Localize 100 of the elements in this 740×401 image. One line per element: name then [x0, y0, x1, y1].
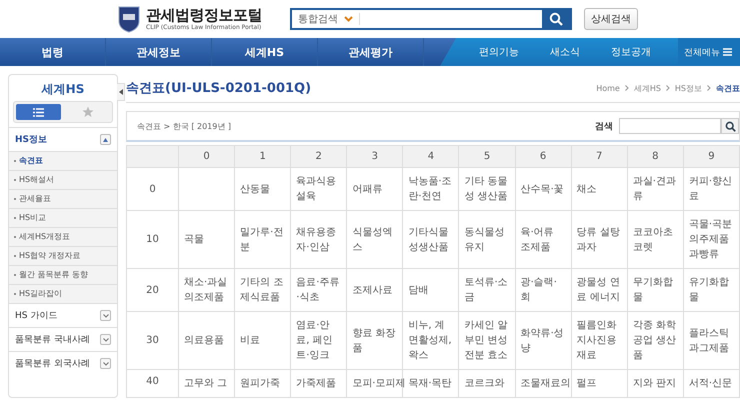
column-header: 5	[458, 146, 516, 168]
table-cell[interactable]: 곡물	[178, 210, 235, 268]
sidebar-item[interactable]: HS길라잡이	[9, 284, 117, 303]
table-cell[interactable]: 기타의 조제식료품	[234, 268, 291, 312]
table-cell[interactable]: 원피가죽	[234, 370, 291, 398]
sidebar-item[interactable]: HS비교	[9, 208, 117, 227]
row-header: 40	[126, 370, 178, 398]
breadcrumb-link[interactable]: HS정보	[674, 82, 702, 94]
table-cell[interactable]: 각종 화학공업 생산품	[627, 312, 684, 370]
nav-menu-item[interactable]: 편의기능	[466, 38, 532, 66]
column-header: 9	[683, 146, 740, 168]
table-cell[interactable]: 육·어류 조제품	[515, 210, 572, 268]
chevron-icon	[624, 85, 629, 91]
table-cell[interactable]: 모피·모피제	[346, 370, 403, 398]
breadcrumb-link[interactable]: Home	[596, 84, 620, 92]
sidebar-item[interactable]: 세계HS개정표	[9, 227, 117, 246]
table-cell[interactable]: 조물재료의	[515, 370, 572, 398]
nav-menu-item[interactable]: 세계HS	[212, 38, 318, 66]
sidebar-title: 세계HS	[40, 81, 86, 98]
search-button[interactable]	[542, 10, 570, 28]
column-header: 2	[290, 146, 347, 168]
table-search-button[interactable]	[721, 118, 739, 134]
nav-menu-item[interactable]: 법령	[0, 38, 106, 66]
list-icon	[33, 108, 44, 116]
column-header: 0	[178, 146, 235, 168]
table-cell[interactable]: 무기화합물	[627, 268, 684, 312]
table-cell[interactable]: 조제사료	[346, 268, 403, 312]
table-cell[interactable]: 광물성 연료 에너지	[571, 268, 628, 312]
breadcrumb-link[interactable]: 속견표	[716, 82, 740, 94]
table-cell[interactable]: 밀가루·전분	[234, 210, 291, 268]
expand-icon	[100, 358, 111, 369]
filter-path: 속견표 > 한국 [ 2019년 ]	[137, 120, 232, 132]
column-header: 7	[571, 146, 628, 168]
star-icon	[82, 106, 94, 118]
table-cell[interactable]: 화약류·성냥	[515, 312, 572, 370]
table-cell[interactable]: 향료 화장품	[346, 312, 403, 370]
table-cell[interactable]: 펄프	[571, 370, 628, 398]
breadcrumb-link[interactable]: 세계HS	[634, 82, 661, 94]
sidebar-item[interactable]: HS해설서	[9, 170, 117, 189]
table-cell[interactable]: 기타 동물성 생산품	[458, 168, 516, 210]
table-cell[interactable]: 비누, 계면활성제, 왁스	[402, 312, 459, 370]
nav-menu-item[interactable]: 관세정보	[106, 38, 212, 66]
section-label: HS정보	[15, 134, 48, 146]
sidebar-item[interactable]: 관세율표	[9, 189, 117, 208]
row-header: 30	[126, 312, 178, 370]
table-cell[interactable]: 필름인화지사진용재료	[571, 312, 628, 370]
table-cell[interactable]: 기타식물성생산품	[402, 210, 459, 268]
left-triangle-icon	[118, 89, 122, 95]
table-cell[interactable]: 커피·향신료	[683, 168, 740, 210]
section-label: 품목분류 국내사례	[15, 334, 90, 346]
table-search-field[interactable]	[619, 118, 721, 134]
sidebar-item[interactable]: HS협약 개정자료	[9, 246, 117, 265]
table-cell[interactable]: 서적·신문	[683, 370, 740, 398]
table-cell[interactable]: 광·슬랙·회	[515, 268, 572, 312]
table-cell[interactable]: 코르크와	[458, 370, 516, 398]
table-cell[interactable]: 채유용종자·인삼	[290, 210, 347, 268]
nav-menu-item[interactable]: 정보공개	[598, 38, 664, 66]
nav-menu-item[interactable]: 새소식	[532, 38, 598, 66]
table-cell[interactable]: 동식물성유지	[458, 210, 516, 268]
table-cell[interactable]: 식물성엑스	[346, 210, 403, 268]
table-cell[interactable]: 어패류	[346, 168, 403, 210]
page-title: 속견표(UI-ULS-0201-001Q)	[126, 80, 312, 97]
table-cell[interactable]: 염료·안료, 페인트·잉크	[290, 312, 347, 370]
table-cell[interactable]: 음료·주류·식초	[290, 268, 347, 312]
section-label: HS 가이드	[15, 310, 58, 322]
table-cell[interactable]: 곡물·곡분의주제품과빵류	[683, 210, 740, 268]
all-menu-button[interactable]: 전체메뉴	[678, 38, 740, 66]
table-cell[interactable]: 산동물	[234, 168, 291, 210]
sidebar-item[interactable]: 월간 품목분류 동향	[9, 265, 117, 284]
table-cell[interactable]: 목재·목탄	[402, 370, 459, 398]
column-header: 3	[346, 146, 403, 168]
table-cell[interactable]: 고무와 그	[178, 370, 235, 398]
table-cell[interactable]: 의료용품	[178, 312, 235, 370]
table-cell[interactable]: 코코아초코렛	[627, 210, 684, 268]
advanced-search-button[interactable]: 상세검색	[584, 8, 638, 30]
table-cell[interactable]: 카세인 알부민 변성 전분 효소	[458, 312, 516, 370]
search-field[interactable]: 통합검색	[290, 8, 572, 30]
table-cell[interactable]: 가죽제품	[290, 370, 347, 398]
table-cell[interactable]: 비료	[234, 312, 291, 370]
menu-list-tab[interactable]	[16, 104, 61, 120]
sidebar-item[interactable]: 속견표	[9, 151, 117, 170]
column-header: 8	[627, 146, 684, 168]
collapse-sidebar-button[interactable]	[117, 83, 125, 101]
table-cell[interactable]: 담배	[402, 268, 459, 312]
shield-logo-icon	[118, 5, 140, 33]
table-cell[interactable]: 육과식용설육	[290, 168, 347, 210]
site-title: 관세법령정보포털	[146, 7, 263, 24]
table-cell[interactable]: 당류 설탕과자	[571, 210, 628, 268]
section-label: 품목분류 외국사례	[15, 358, 90, 370]
table-cell[interactable]: 낙농품·조란·천연	[402, 168, 459, 210]
table-cell[interactable]: 지와 판지	[627, 370, 684, 398]
table-cell[interactable]: 산수목·꽃	[515, 168, 572, 210]
nav-menu-item[interactable]: 관세평가	[318, 38, 424, 66]
table-cell[interactable]: 플라스틱과그제품	[683, 312, 740, 370]
table-cell[interactable]: 채소	[571, 168, 628, 210]
table-cell[interactable]: 채소·과실의조제품	[178, 268, 235, 312]
table-cell[interactable]: 토석류·소금	[458, 268, 516, 312]
table-cell[interactable]: 유기화합물	[683, 268, 740, 312]
column-header: 6	[515, 146, 572, 168]
table-cell[interactable]: 과실·견과류	[627, 168, 684, 210]
